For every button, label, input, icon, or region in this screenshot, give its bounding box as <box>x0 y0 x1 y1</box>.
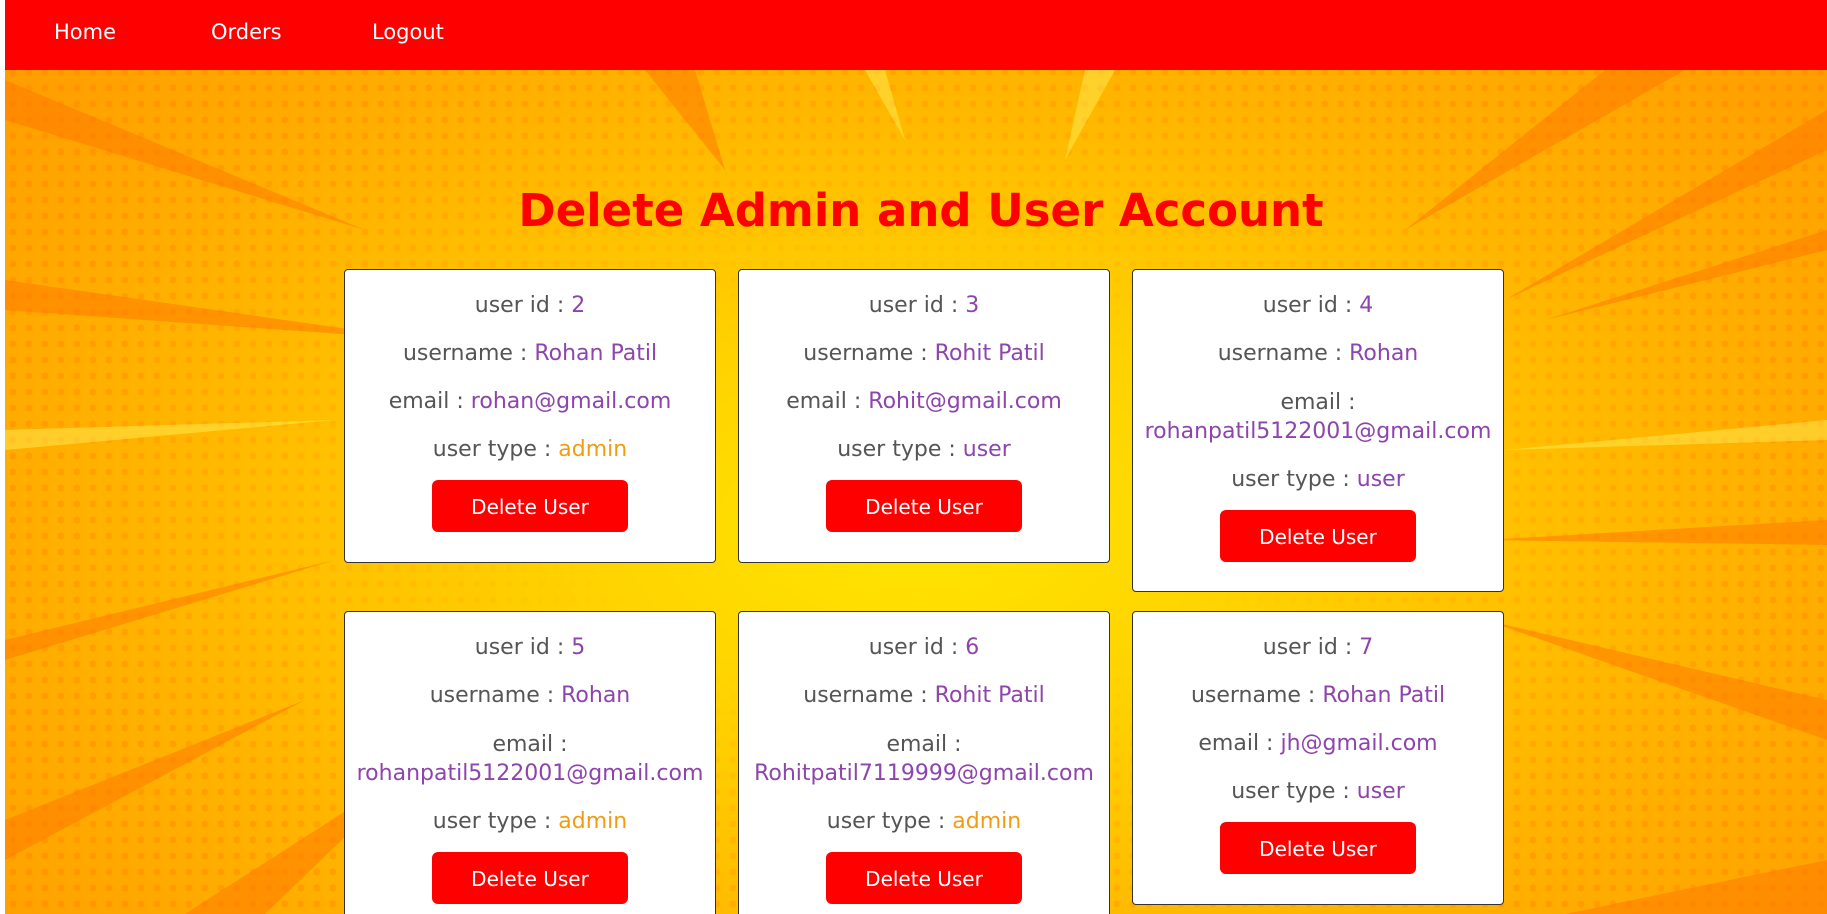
user-id-row: user id : 7 <box>1133 634 1503 662</box>
nav-orders-link[interactable]: Orders <box>211 20 282 44</box>
navbar: Home Orders Logout <box>5 0 1827 70</box>
email-row: email : jh@gmail.com <box>1133 730 1503 758</box>
user-card: user id : 4 username : Rohan email : roh… <box>1132 269 1504 592</box>
email-value: rohanpatil5122001@gmail.com <box>356 761 704 786</box>
user-id-row: user id : 4 <box>1133 292 1503 320</box>
user-card: user id : 2 username : Rohan Patil email… <box>344 269 716 563</box>
username-label: username : <box>1217 341 1350 366</box>
user-type-row: user type : user <box>1133 466 1503 494</box>
delete-user-button[interactable]: Delete User <box>1220 510 1416 562</box>
user-id-row: user id : 3 <box>739 292 1109 320</box>
user-id-value: 2 <box>571 293 586 318</box>
email-row: email : rohanpatil5122001@gmail.com <box>345 730 715 788</box>
user-id-label: user id : <box>474 635 572 660</box>
user-type-value: user <box>1356 467 1405 492</box>
user-type-value: user <box>1356 779 1405 804</box>
user-card: user id : 6 username : Rohit Patil email… <box>738 611 1110 914</box>
nav-home-link[interactable]: Home <box>54 20 116 44</box>
username-label: username : <box>803 341 935 366</box>
user-id-row: user id : 2 <box>345 292 715 320</box>
username-row: username : Rohan Patil <box>345 340 715 368</box>
user-id-row: user id : 5 <box>345 634 715 662</box>
user-type-label: user type : <box>1231 779 1357 804</box>
username-row: username : Rohit Patil <box>739 682 1109 710</box>
user-type-row: user type : admin <box>345 808 715 836</box>
user-type-row: user type : admin <box>345 436 715 464</box>
user-id-row: user id : 6 <box>739 634 1109 662</box>
user-type-row: user type : user <box>1133 778 1503 806</box>
username-row: username : Rohan <box>1133 340 1503 368</box>
user-id-label: user id : <box>868 293 966 318</box>
username-label: username : <box>429 683 562 708</box>
user-id-label: user id : <box>1262 635 1360 660</box>
user-card: user id : 5 username : Rohan email : roh… <box>344 611 716 914</box>
username-value: Rohan <box>561 683 631 708</box>
user-id-label: user id : <box>1262 293 1360 318</box>
user-card: user id : 3 username : Rohit Patil email… <box>738 269 1110 563</box>
username-row: username : Rohit Patil <box>739 340 1109 368</box>
user-type-value: admin <box>952 809 1022 834</box>
email-label: email : <box>492 732 568 757</box>
user-type-row: user type : admin <box>739 808 1109 836</box>
user-type-label: user type : <box>432 437 559 462</box>
email-label: email : <box>886 732 962 757</box>
user-id-value: 3 <box>965 293 980 318</box>
user-type-value: admin <box>558 809 628 834</box>
email-label: email : <box>388 389 471 414</box>
user-id-label: user id : <box>474 293 572 318</box>
email-value: rohanpatil5122001@gmail.com <box>1144 419 1492 444</box>
username-label: username : <box>402 341 535 366</box>
username-value: Rohit Patil <box>934 341 1045 366</box>
email-row: email : rohan@gmail.com <box>345 388 715 416</box>
email-label: email : <box>786 389 869 414</box>
user-type-label: user type : <box>837 437 963 462</box>
user-type-value: admin <box>558 437 628 462</box>
nav-logout-link[interactable]: Logout <box>372 20 444 44</box>
email-row: email : rohanpatil5122001@gmail.com <box>1133 388 1503 446</box>
email-value: rohan@gmail.com <box>470 389 672 414</box>
email-value: Rohit@gmail.com <box>868 389 1062 414</box>
delete-user-button[interactable]: Delete User <box>826 480 1022 532</box>
user-card: user id : 7 username : Rohan Patil email… <box>1132 611 1504 905</box>
user-id-value: 7 <box>1359 635 1374 660</box>
username-value: Rohan <box>1349 341 1419 366</box>
email-value: jh@gmail.com <box>1280 731 1438 756</box>
username-row: username : Rohan Patil <box>1133 682 1503 710</box>
email-label: email : <box>1280 390 1356 415</box>
email-label: email : <box>1198 731 1281 756</box>
user-type-label: user type : <box>826 809 953 834</box>
email-value: Rohitpatil7119999@gmail.com <box>754 761 1094 786</box>
user-type-value: user <box>962 437 1011 462</box>
page-frame: Home Orders Logout Delete Admin and User… <box>5 0 1827 914</box>
user-type-label: user type : <box>432 809 559 834</box>
page-title: Delete Admin and User Account <box>518 184 1324 237</box>
user-type-row: user type : user <box>739 436 1109 464</box>
delete-user-button[interactable]: Delete User <box>826 852 1022 904</box>
user-id-value: 5 <box>571 635 586 660</box>
user-type-label: user type : <box>1231 467 1357 492</box>
user-id-value: 6 <box>965 635 980 660</box>
username-value: Rohit Patil <box>934 683 1045 708</box>
email-row: email : Rohit@gmail.com <box>739 388 1109 416</box>
username-label: username : <box>1190 683 1323 708</box>
delete-user-button[interactable]: Delete User <box>432 852 628 904</box>
username-value: Rohan Patil <box>1322 683 1446 708</box>
username-value: Rohan Patil <box>534 341 658 366</box>
username-label: username : <box>803 683 935 708</box>
email-row: email : Rohitpatil7119999@gmail.com <box>739 730 1109 788</box>
delete-user-button[interactable]: Delete User <box>1220 822 1416 874</box>
delete-user-button[interactable]: Delete User <box>432 480 628 532</box>
user-id-value: 4 <box>1359 293 1374 318</box>
username-row: username : Rohan <box>345 682 715 710</box>
user-id-label: user id : <box>868 635 966 660</box>
